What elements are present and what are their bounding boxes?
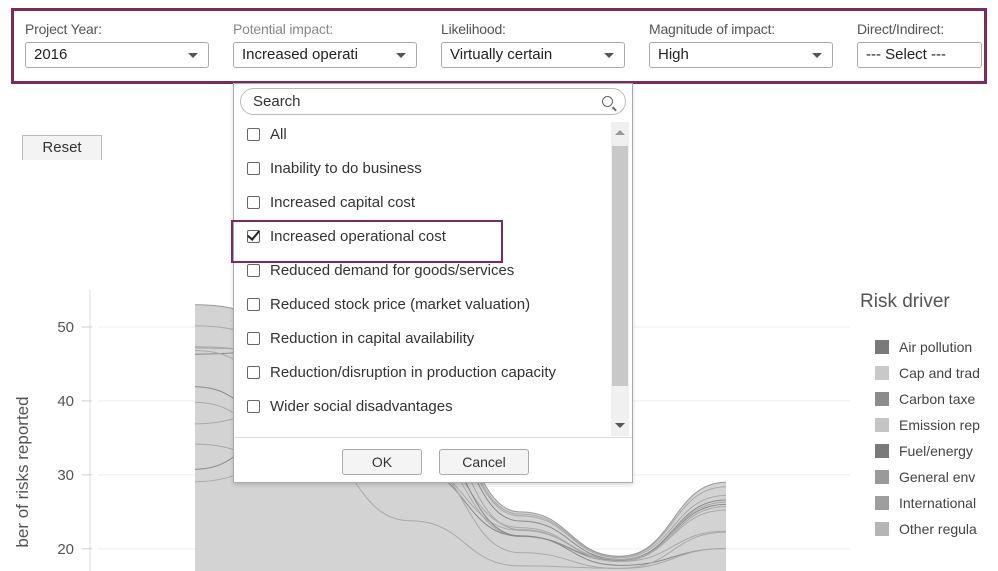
scrollbar-thumb[interactable] bbox=[612, 146, 628, 386]
option-item[interactable]: Increased capital cost bbox=[247, 190, 415, 214]
divider bbox=[234, 437, 632, 438]
checkbox[interactable] bbox=[247, 263, 260, 277]
option-item[interactable]: Reduced stock price (market valuation) bbox=[247, 292, 530, 316]
y-tick-label: 20 bbox=[57, 541, 74, 558]
legend-swatch bbox=[875, 470, 889, 484]
legend-item[interactable]: Cap and trad bbox=[875, 360, 980, 386]
option-label: Reduced stock price (market valuation) bbox=[270, 295, 531, 313]
option-list: All Inability to do business Increased cap… bbox=[234, 122, 606, 430]
option-label: Wider social disadvantages bbox=[270, 397, 453, 415]
legend: Air pollution Cap and trad Carbon taxe Emis… bbox=[875, 334, 980, 542]
checkbox[interactable] bbox=[247, 365, 260, 379]
search-input[interactable]: Search bbox=[240, 88, 626, 115]
option-label: Increased capital cost bbox=[270, 193, 416, 211]
checkbox[interactable] bbox=[247, 127, 260, 141]
y-tick-label: 50 bbox=[57, 319, 74, 336]
legend-item[interactable]: Carbon taxe bbox=[875, 386, 980, 412]
legend-item[interactable]: Other regula bbox=[875, 516, 980, 542]
y-axis-label: ber of risks reported bbox=[13, 396, 32, 548]
option-item[interactable]: Inability to do business bbox=[247, 156, 422, 180]
legend-label: Air pollution bbox=[899, 339, 973, 355]
legend-swatch bbox=[875, 392, 889, 406]
option-item[interactable]: Wider social disadvantages bbox=[247, 394, 453, 418]
scrollbar[interactable] bbox=[611, 122, 629, 436]
cancel-button[interactable]: Cancel bbox=[439, 449, 529, 475]
y-tick-label: 40 bbox=[57, 393, 74, 410]
legend-item[interactable]: General env bbox=[875, 464, 980, 490]
option-label: Reduction in capital availability bbox=[270, 329, 475, 347]
legend-label: International bbox=[899, 495, 977, 511]
checkbox[interactable] bbox=[247, 399, 260, 413]
legend-swatch bbox=[875, 418, 889, 432]
option-item[interactable]: Reduction/disruption in production capac… bbox=[247, 360, 556, 384]
ok-button[interactable]: OK bbox=[342, 449, 422, 475]
option-item[interactable]: All bbox=[247, 122, 287, 146]
legend-swatch bbox=[875, 496, 889, 510]
legend-label: Fuel/energy bbox=[899, 443, 973, 459]
legend-swatch bbox=[875, 366, 889, 380]
option-label: Reduction/disruption in production capac… bbox=[270, 363, 557, 381]
search-icon bbox=[602, 96, 613, 107]
checkbox[interactable] bbox=[247, 161, 260, 175]
option-label: All bbox=[270, 125, 287, 143]
legend-title: Risk driver bbox=[860, 291, 950, 312]
legend-swatch bbox=[875, 522, 889, 536]
scroll-down-icon[interactable] bbox=[615, 423, 625, 428]
legend-label: Cap and trad bbox=[899, 365, 980, 381]
legend-label: Emission rep bbox=[899, 417, 980, 433]
legend-swatch bbox=[875, 444, 889, 458]
checkbox[interactable] bbox=[247, 331, 260, 345]
scroll-up-icon[interactable] bbox=[615, 130, 625, 135]
legend-item[interactable]: International bbox=[875, 490, 980, 516]
option-label: Reduced demand for goods/services bbox=[270, 261, 515, 279]
option-label: Inability to do business bbox=[270, 159, 422, 177]
legend-item[interactable]: Emission rep bbox=[875, 412, 980, 438]
y-tick-label: 30 bbox=[57, 467, 74, 484]
potential-impact-dropdown: Search All Inability to do business Increa… bbox=[233, 83, 633, 483]
legend-label: Other regula bbox=[899, 521, 977, 537]
checkbox[interactable] bbox=[247, 195, 260, 209]
legend-label: Carbon taxe bbox=[899, 391, 976, 407]
legend-label: General env bbox=[899, 469, 976, 485]
checkbox[interactable] bbox=[247, 297, 260, 311]
legend-item[interactable]: Air pollution bbox=[875, 334, 980, 360]
legend-swatch bbox=[875, 340, 889, 354]
legend-item[interactable]: Fuel/energy bbox=[875, 438, 980, 464]
search-placeholder: Search bbox=[253, 93, 301, 110]
selected-option-highlight bbox=[231, 220, 503, 263]
option-item[interactable]: Reduction in capital availability bbox=[247, 326, 474, 350]
